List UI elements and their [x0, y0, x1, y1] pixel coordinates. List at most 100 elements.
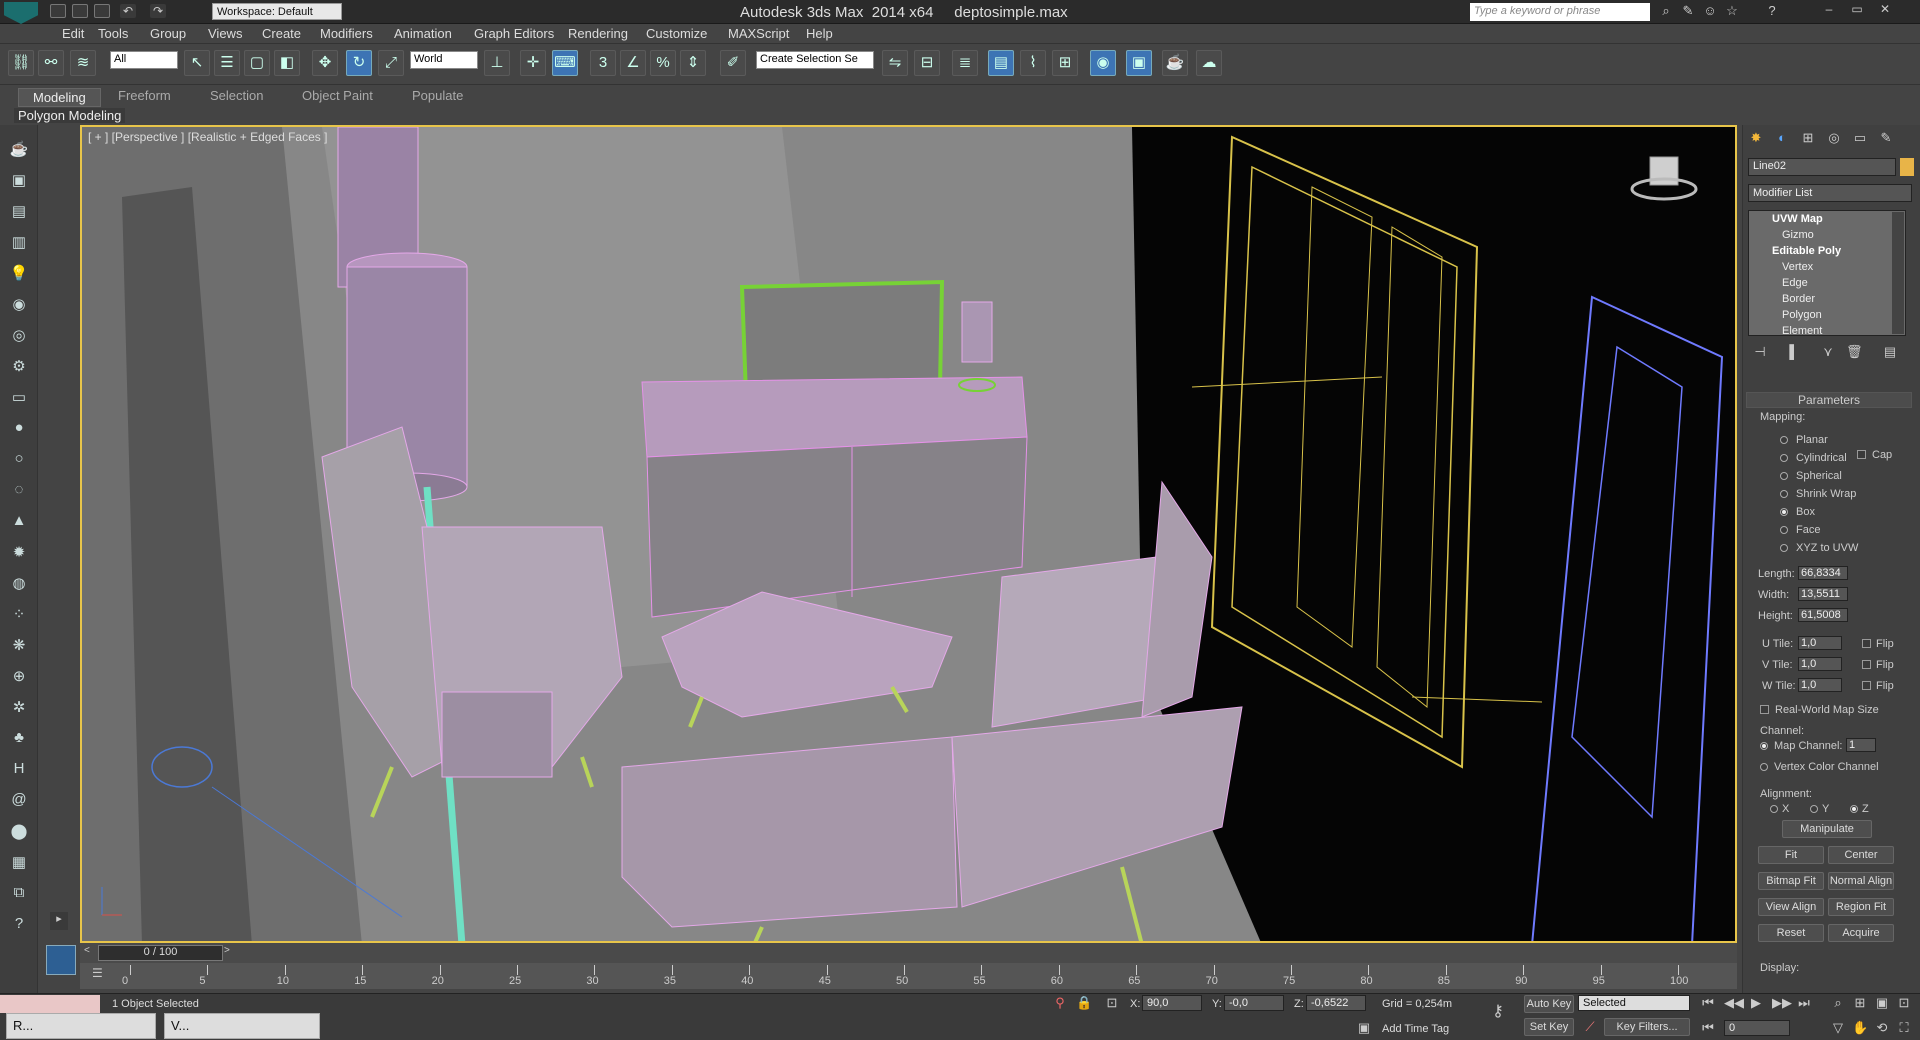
height-spinner[interactable]: 61,5008 — [1798, 608, 1848, 622]
select-object-icon[interactable]: ↖ — [184, 50, 210, 76]
ring-icon[interactable]: ○ — [7, 450, 31, 472]
menu-rendering[interactable]: Rendering — [568, 26, 628, 41]
reset-button[interactable]: Reset — [1758, 924, 1824, 942]
bitmap-fit-button[interactable]: Bitmap Fit — [1758, 872, 1824, 890]
vtile-spinner[interactable]: 1,0 — [1798, 657, 1842, 671]
open-file-icon[interactable] — [72, 4, 88, 18]
modify-tab-icon[interactable]: ◐ — [1774, 130, 1790, 146]
next-frame-icon[interactable]: > — [224, 945, 236, 959]
add-time-tag[interactable]: Add Time Tag — [1382, 1023, 1449, 1035]
maxscript-mini-listener[interactable] — [0, 995, 100, 1013]
rotate-icon[interactable]: ↻ — [346, 50, 372, 76]
minimize-button[interactable]: – — [1818, 2, 1840, 20]
object-color-swatch[interactable] — [1900, 158, 1914, 176]
zoom-extents-all-icon[interactable]: ⊡ — [1896, 995, 1912, 1011]
map-channel-spinner[interactable]: 1 — [1846, 738, 1876, 752]
sun-icon[interactable]: ✹ — [7, 543, 31, 565]
snaps-toggle-icon[interactable]: 3 — [590, 50, 616, 76]
geosphere-icon[interactable]: ◍ — [7, 574, 31, 596]
stack-scrollbar[interactable] — [1892, 212, 1904, 334]
region-fit-button[interactable]: Region Fit — [1828, 898, 1894, 916]
angle-snap-icon[interactable]: ∠ — [620, 50, 646, 76]
unlink-icon[interactable]: ⚯ — [38, 50, 64, 76]
key-mode-icon[interactable]: ⏮ — [1700, 1020, 1716, 1036]
help-icon[interactable]: ? — [1764, 3, 1780, 19]
time-slider[interactable] — [80, 943, 1737, 963]
motion-tab-icon[interactable]: ◎ — [1826, 130, 1842, 146]
go-to-end-icon[interactable]: ⏭ — [1796, 995, 1812, 1011]
grid-icon[interactable]: ⁘ — [7, 605, 31, 627]
window-crossing-icon[interactable]: ◧ — [274, 50, 300, 76]
ribbon-tab-selection[interactable]: Selection — [210, 88, 263, 103]
y-coord-field[interactable]: -0,0 — [1224, 995, 1284, 1011]
utile-spinner[interactable]: 1,0 — [1798, 636, 1842, 650]
menu-maxscript[interactable]: MAXScript — [728, 26, 789, 41]
modifier-stack-item[interactable]: Editable Poly — [1772, 245, 1841, 257]
select-by-name-icon[interactable]: ☰ — [214, 50, 240, 76]
ribbon-tab-freeform[interactable]: Freeform — [118, 88, 171, 103]
u-flip-checkbox[interactable] — [1862, 639, 1871, 648]
create-tab-icon[interactable]: ✸ — [1748, 130, 1764, 146]
move-icon[interactable]: ✥ — [312, 50, 338, 76]
real-world-checkbox[interactable] — [1760, 705, 1769, 714]
calculator-icon[interactable]: ▦ — [7, 853, 31, 875]
vertex-color-radio[interactable] — [1760, 763, 1768, 771]
make-unique-icon[interactable]: ⋎ — [1820, 344, 1836, 360]
taskbar-item-render[interactable]: R... — [6, 1013, 156, 1039]
cone-icon[interactable]: ▲ — [7, 512, 31, 534]
maxscript-listener-icon[interactable]: ▸ — [50, 912, 68, 930]
undo-icon[interactable]: ↶ — [120, 4, 136, 18]
pivot-center-icon[interactable]: ⊥ — [484, 50, 510, 76]
keyboard-shortcut-icon[interactable]: ⌨ — [552, 50, 578, 76]
current-frame-field[interactable]: 0 — [1724, 1020, 1790, 1036]
mapping-radio-spherical[interactable] — [1780, 472, 1788, 480]
menu-graph-editors[interactable]: Graph Editors — [474, 26, 554, 41]
sound-icon[interactable]: ◎ — [7, 326, 31, 348]
new-file-icon[interactable] — [50, 4, 66, 18]
question-icon[interactable]: ? — [7, 915, 31, 937]
prev-frame-icon[interactable]: < — [84, 945, 96, 959]
time-slider-thumb[interactable]: 0 / 100 — [98, 945, 223, 961]
absolute-mode-icon[interactable]: ⊡ — [1104, 995, 1120, 1011]
width-spinner[interactable]: 13,5511 — [1798, 587, 1848, 601]
helper-icon[interactable]: ⊕ — [7, 667, 31, 689]
acquire-button[interactable]: Acquire — [1828, 924, 1894, 942]
selection-filter-dropdown[interactable]: All — [110, 51, 178, 69]
hierarchy-tab-icon[interactable]: ⊞ — [1800, 130, 1816, 146]
center-button[interactable]: Center — [1828, 846, 1894, 864]
camera-icon[interactable]: ◉ — [7, 295, 31, 317]
redo-icon[interactable]: ↷ — [150, 4, 166, 18]
modifier-stack-item[interactable]: Element — [1782, 325, 1822, 337]
modifier-stack-item[interactable]: Edge — [1782, 277, 1808, 289]
menu-edit[interactable]: Edit — [62, 26, 84, 41]
mapping-radio-shrink-wrap[interactable] — [1780, 490, 1788, 498]
layer-manager-icon[interactable]: ≣ — [952, 50, 978, 76]
modifier-stack-item[interactable]: Border — [1782, 293, 1815, 305]
reference-coord-dropdown[interactable]: World — [410, 51, 478, 69]
set-key-button[interactable]: Set Key — [1524, 1018, 1574, 1036]
pan-icon[interactable]: ✋ — [1852, 1020, 1868, 1036]
render-setup-icon[interactable]: ▣ — [1126, 50, 1152, 76]
key-filter-curve-icon[interactable]: ⟋ — [1582, 1019, 1598, 1035]
wtile-spinner[interactable]: 1,0 — [1798, 678, 1842, 692]
workspace-dropdown[interactable]: Workspace: Default — [212, 3, 342, 20]
pin-stack-icon[interactable]: ⊣ — [1752, 344, 1768, 360]
utilities-tab-icon[interactable]: ✎ — [1878, 130, 1894, 146]
axis-radio-y[interactable] — [1810, 805, 1818, 813]
user-icon[interactable]: ☺ — [1702, 3, 1718, 19]
frame-icon[interactable]: ▤ — [7, 202, 31, 224]
play-icon[interactable]: ▶ — [1748, 995, 1764, 1011]
scale-icon[interactable]: ⤢ — [378, 50, 404, 76]
panel-icon[interactable]: ▥ — [7, 233, 31, 255]
menu-animation[interactable]: Animation — [394, 26, 452, 41]
ribbon-tab-populate[interactable]: Populate — [412, 88, 463, 103]
modifier-stack-item[interactable]: Gizmo — [1782, 229, 1814, 241]
taskbar-item-v[interactable]: V... — [164, 1013, 320, 1039]
w-flip-checkbox[interactable] — [1862, 681, 1871, 690]
set-key-mode-icon[interactable]: ⚷ — [1490, 1004, 1506, 1020]
modifier-list-dropdown[interactable]: Modifier List — [1748, 184, 1912, 202]
menu-group[interactable]: Group — [150, 26, 186, 41]
torus-icon[interactable]: ◌ — [7, 481, 31, 503]
menu-modifiers[interactable]: Modifiers — [320, 26, 373, 41]
percent-snap-icon[interactable]: % — [650, 50, 676, 76]
